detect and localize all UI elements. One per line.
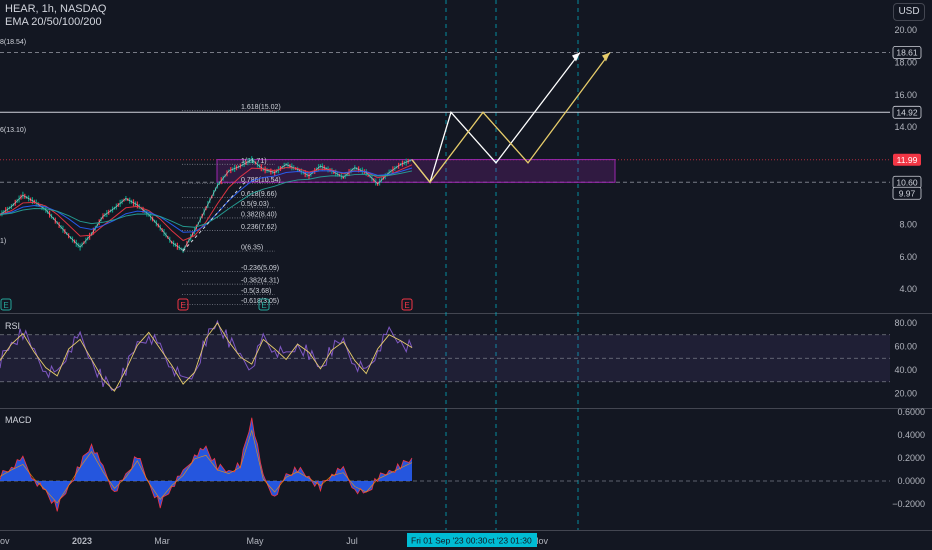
earnings-marker-label: E [180,301,185,310]
price-tag-label: 10.60 [896,177,918,187]
rsi-tick-label: 40.00 [894,365,917,375]
time-axis-label: Mar [154,536,170,546]
fib-level-label: 1.618(15.02) [241,104,281,111]
price-tick-label: 14.00 [894,122,917,132]
price-tick-label: 4.00 [899,284,917,294]
crosshair-time-label: Fri 01 Sep '23 00:30 [411,536,488,546]
earnings-marker-label: E [3,301,8,310]
price-tick-label: 8.00 [899,219,917,229]
price-tick-label: 20.00 [894,25,917,35]
fib-left-label: 1) [0,238,6,245]
fib-level-label: -0.236(5.09) [241,265,279,272]
fib-level-label: -0.5(3.68) [241,288,271,295]
price-tag-label: 11.99 [897,155,918,165]
currency-button[interactable]: USD [893,3,925,21]
time-axis-label: Jul [346,536,358,546]
rsi-title: RSI [5,321,20,331]
symbol-legend[interactable]: HEAR, 1h, NASDAQ [5,3,106,15]
price-tick-label: 6.00 [899,252,917,262]
crosshair-time-label: ct '23 01:30 [488,536,532,546]
fib-level-label: 0.5(9.03) [241,201,269,208]
chart-canvas[interactable]: 1.618(15.02)1(11.71)0.786(10.54)0.618(9.… [0,0,932,550]
macd-tick-label: 0.4000 [897,430,925,440]
fib-left-label: 8(18.54) [0,39,26,46]
macd-title: MACD [5,415,32,425]
rsi-tick-label: 80.00 [894,318,917,328]
fib-level-label: -0.382(4.31) [241,278,279,285]
macd-tick-label: 0.6000 [897,407,925,417]
earnings-marker-label: E [404,301,409,310]
price-tick-label: 16.00 [894,90,917,100]
projection-arrow-yellow [602,52,610,62]
macd-tick-label: −0.2000 [892,499,925,509]
rsi-tick-label: 20.00 [894,389,917,399]
fib-level-label: 0.236(7.62) [241,224,277,231]
time-axis-label: ov [0,536,10,546]
rsi-tick-label: 60.00 [894,342,917,352]
time-axis-label: May [246,536,264,546]
ema-legend[interactable]: EMA 20/50/100/200 [5,16,102,28]
earnings-marker-label: E [261,301,266,310]
macd-tick-label: 0.2000 [897,453,925,463]
fib-left-label: 6(13.10) [0,127,26,134]
fib-level-label: 0(6.35) [241,245,263,252]
price-tag-label: 9.97 [899,188,916,198]
projection-arrow-white [572,52,580,62]
time-axis-label: 2023 [72,536,92,546]
fib-level-label: 0.382(8.40) [241,211,277,218]
price-tag-label: 14.92 [896,107,918,117]
price-tag-label: 18.61 [896,48,918,58]
macd-tick-label: 0.0000 [897,476,925,486]
